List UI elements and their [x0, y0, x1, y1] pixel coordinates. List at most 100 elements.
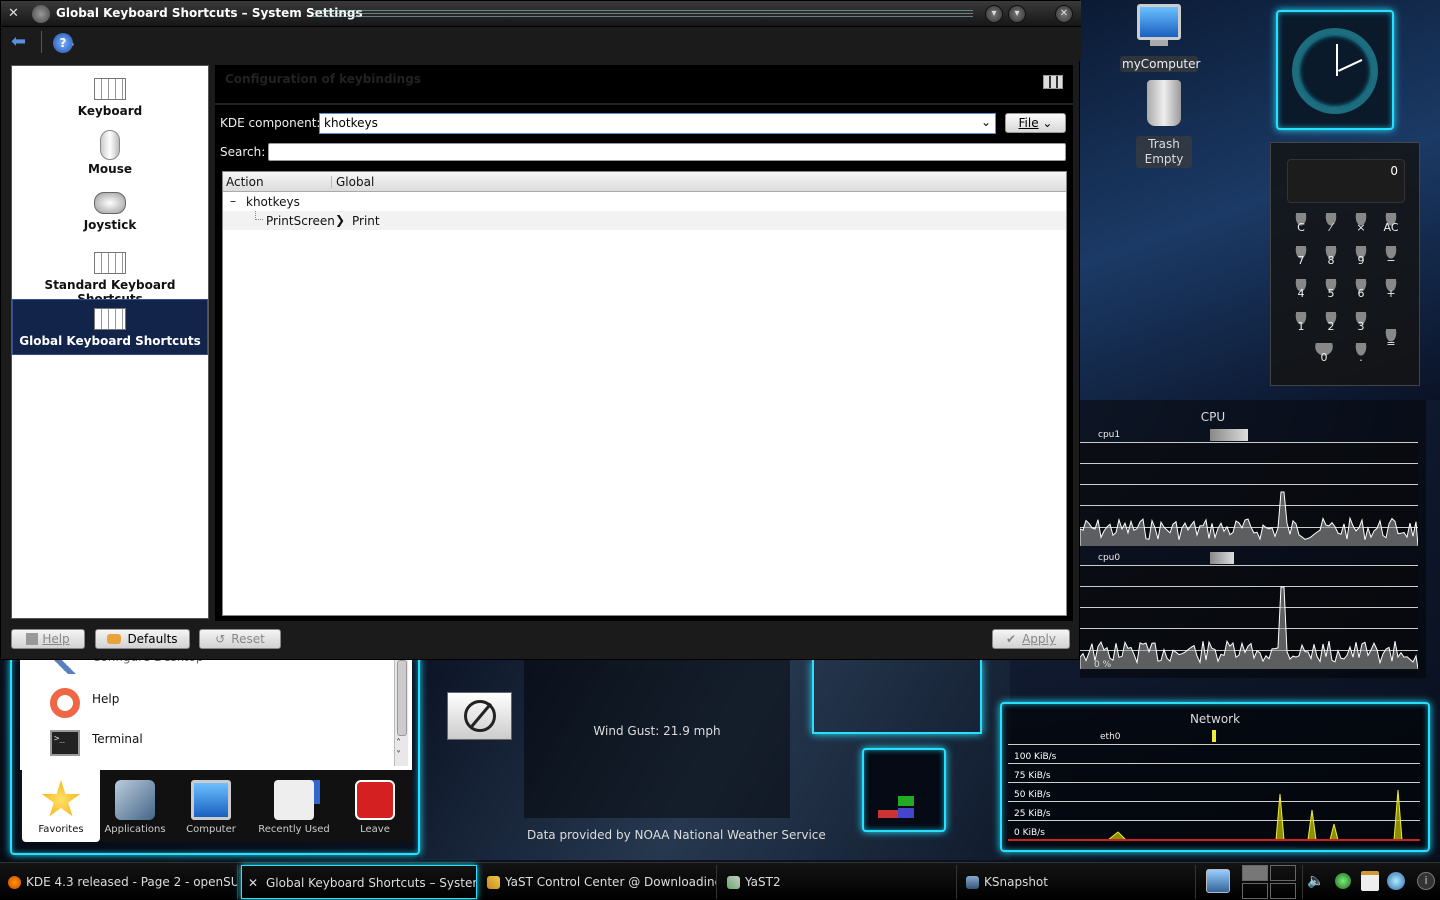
calculator-key[interactable]: +	[1379, 279, 1403, 303]
sidebar-item-keyboard[interactable]: Keyboard	[12, 70, 208, 126]
calculator-key[interactable]: ×	[1349, 213, 1373, 237]
help-button[interactable]: Help	[11, 629, 85, 649]
no-entry-icon	[463, 700, 496, 732]
show-desktop-icon[interactable]	[1206, 869, 1230, 893]
file-button[interactable]: File ⌄	[1005, 113, 1066, 133]
chevron-down-icon[interactable]: ˅	[71, 43, 75, 52]
kickoff-tab-recently-used[interactable]: Recently Used	[252, 770, 336, 842]
grid-icon[interactable]	[1043, 75, 1063, 89]
gamepad-icon	[94, 192, 126, 214]
sidebar-item-joystick[interactable]: Joystick	[12, 186, 208, 242]
calculator-key[interactable]: C	[1289, 213, 1313, 237]
firefox-icon	[8, 876, 21, 889]
trash-icon	[1147, 80, 1181, 126]
task-ksnapshot[interactable]: KSnapshot	[960, 865, 1196, 899]
minimize-button[interactable]: ▾	[985, 5, 1003, 23]
collapse-toggle[interactable]: –	[230, 194, 236, 208]
column-header-action[interactable]: Action	[226, 175, 264, 189]
calculator-key[interactable]: 7	[1289, 246, 1313, 270]
kickoff-tabs: Favorites Applications Computer Recently…	[20, 770, 412, 842]
task-opensuse-browser[interactable]: KDE 4.3 released - Page 2 - openSUSE	[2, 865, 238, 899]
task-yast-control-center[interactable]: YaST Control Center @ Downloading	[481, 865, 717, 899]
camera-icon	[966, 876, 979, 889]
glow-frame	[812, 660, 982, 734]
task-yast2[interactable]: YaST2	[721, 865, 957, 899]
component-label: KDE component:	[220, 116, 321, 130]
calculator-key[interactable]: 0	[1304, 343, 1344, 367]
kickoff-tab-computer[interactable]: Computer	[172, 770, 250, 842]
calculator-key[interactable]: 9	[1349, 246, 1373, 270]
chevron-up-icon[interactable]: ˄	[396, 738, 401, 749]
help-icon[interactable]: ?	[53, 33, 73, 53]
search-label: Search:	[220, 145, 266, 159]
checkmark-icon: ✔	[1006, 632, 1017, 646]
chevron-down-icon[interactable]: ˅	[396, 750, 401, 761]
calculator-key[interactable]: .	[1349, 343, 1373, 367]
desktop-icon-mycomputer[interactable]: myComputer	[1120, 2, 1200, 78]
back-arrow-icon[interactable]: ⬅	[11, 33, 33, 51]
kickoff-item-help[interactable]: Help	[48, 688, 388, 720]
calculator-key[interactable]: AC	[1379, 213, 1403, 237]
virtual-desktop-pager[interactable]	[1242, 865, 1296, 899]
monitor-icon	[1137, 4, 1181, 40]
kickoff-scrollbar[interactable]: ˄ ˅	[394, 660, 408, 766]
keyboard-icon	[94, 308, 126, 330]
reset-button[interactable]: ↺ Reset	[199, 629, 281, 649]
calculator-key[interactable]: 8	[1319, 246, 1343, 270]
calculator-key[interactable]: 4	[1289, 279, 1313, 303]
calculator-key[interactable]: =	[1379, 329, 1403, 353]
calculator-key[interactable]: 2	[1319, 312, 1343, 336]
tree-branch-line	[255, 211, 263, 220]
title-bar[interactable]: ✕ Global Keyboard Shortcuts – System Set…	[1, 1, 1081, 27]
close-button[interactable]: ✕	[1055, 5, 1073, 23]
yast2-icon	[727, 876, 740, 889]
tree-row-printscreen[interactable]: PrintScreen ❯ Print	[223, 211, 1066, 230]
calculator-key[interactable]: 6	[1349, 279, 1373, 303]
clock-document-icon	[274, 780, 314, 820]
chevron-down-icon: ⌄	[1042, 116, 1053, 130]
column-header-global[interactable]: Global	[336, 175, 374, 189]
calculator-key[interactable]: 5	[1319, 279, 1343, 303]
power-icon	[355, 780, 395, 820]
info-icon[interactable]: i	[1417, 872, 1435, 890]
calculator-key[interactable]: 1	[1289, 312, 1313, 336]
sidebar-item-mouse[interactable]: Mouse	[12, 128, 208, 184]
calculator-key[interactable]: −	[1379, 246, 1403, 270]
sidebar-item-standard-shortcuts[interactable]: Standard Keyboard Shortcuts	[12, 244, 208, 306]
clipboard-icon[interactable]	[1361, 871, 1379, 891]
network-graph	[1008, 789, 1420, 841]
cpu-monitor-widget: CPU cpu1 cpu0 0 %	[1080, 400, 1426, 678]
defaults-button[interactable]: Defaults	[95, 629, 190, 649]
kickoff-item-terminal[interactable]: >_ Terminal	[48, 728, 388, 760]
task-global-shortcuts[interactable]: ✕ Global Keyboard Shortcuts – System Set…	[241, 865, 477, 899]
apply-button[interactable]: ✔ Apply	[992, 629, 1070, 649]
weather-widget: Wind Gust: 21.9 mph	[524, 660, 790, 818]
weather-source: Data provided by NOAA National Weather S…	[527, 828, 826, 842]
applications-icon	[115, 780, 155, 820]
calculator-key[interactable]: 3	[1349, 312, 1373, 336]
chevron-down-icon: ⌄	[980, 115, 991, 129]
network-monitor-widget: Network eth0 100 KiB/s 75 KiB/s 50 KiB/s…	[1000, 702, 1430, 852]
kickoff-tab-applications[interactable]: Applications	[96, 770, 174, 842]
speaker-icon[interactable]: 🔈	[1307, 873, 1325, 891]
network-manager-icon[interactable]	[1387, 872, 1405, 890]
kickoff-tab-favorites[interactable]: Favorites	[22, 770, 100, 842]
settings-tools-icon[interactable]: ✕	[8, 7, 24, 21]
maximize-button[interactable]: ▾	[1008, 5, 1026, 23]
yast-icon	[487, 876, 500, 889]
kickoff-menu-list: Configure Desktop Help >_ Terminal ˄ ˅	[20, 654, 412, 770]
sidebar-item-global-shortcuts[interactable]: Global Keyboard Shortcuts	[12, 299, 208, 355]
calculator-key[interactable]: ⁄	[1319, 213, 1343, 237]
category-list: Keyboard Mouse Joystick Standard Keyboar…	[11, 65, 209, 619]
cpu1-graph	[1080, 491, 1418, 546]
tree-group-khotkeys[interactable]: – khotkeys	[223, 192, 1066, 211]
search-input[interactable]	[268, 143, 1066, 161]
desktop-icon-trash[interactable]: Trash Empty	[1136, 80, 1192, 172]
component-combobox[interactable]: khotkeys ⌄	[319, 113, 996, 134]
calculator-widget: 0 C ⁄ × AC 7 8 9− 4 5 6 +1 2 3 = 0.	[1270, 142, 1420, 386]
kickoff-tab-leave[interactable]: Leave	[336, 770, 414, 842]
window-menu-icon[interactable]	[32, 5, 50, 23]
system-settings-window: ✕ Global Keyboard Shortcuts – System Set…	[0, 0, 1081, 660]
no-sign-widget[interactable]	[447, 692, 512, 740]
update-icon[interactable]	[1335, 873, 1351, 889]
